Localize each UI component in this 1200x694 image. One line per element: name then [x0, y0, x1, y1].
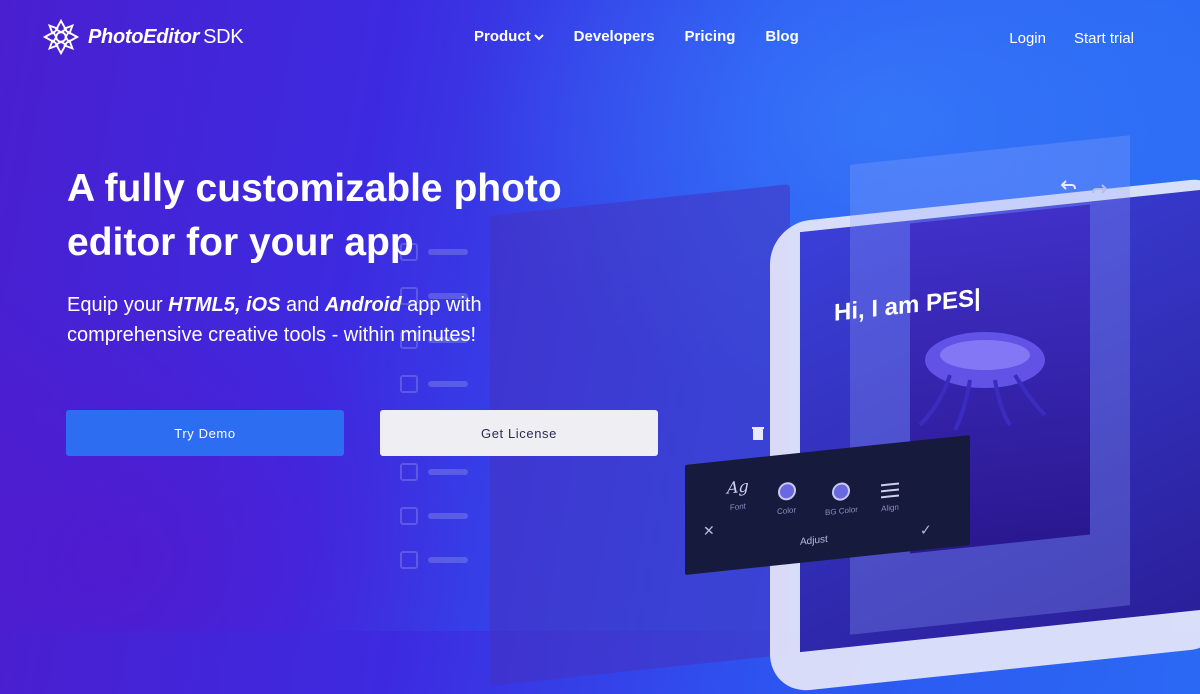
menu-item-bar [428, 557, 468, 563]
main-nav: Product Developers Pricing Blog [474, 28, 799, 45]
nav-item-blog[interactable]: Blog [765, 28, 798, 45]
subtitle-html5: HTML5, [168, 294, 241, 316]
tool-align: Align [881, 482, 899, 513]
tool-bg-color: BG Color [825, 481, 858, 517]
site-header: PhotoEditor SDK Product Developers Pricin… [0, 0, 1200, 80]
tool-color: Color [777, 481, 796, 516]
side-menu-row [400, 494, 530, 538]
redo-icon [1092, 184, 1108, 194]
check-icon: ✓ [920, 521, 932, 539]
font-ag-icon: Ag [727, 476, 749, 498]
tool-font: Ag Font [727, 476, 749, 512]
tool-color-label: Color [777, 505, 797, 517]
login-link[interactable]: Login [1009, 30, 1046, 47]
subtitle-text-pre: Equip your [67, 294, 169, 316]
tool-font-label: Font [729, 501, 746, 513]
auth-links: Login Start trial [1009, 30, 1134, 47]
start-trial-link[interactable]: Start trial [1074, 30, 1134, 47]
adjust-label: Adjust [800, 533, 828, 548]
nav-item-product[interactable]: Product [474, 28, 544, 45]
brand-name-main: PhotoEditor [88, 25, 200, 48]
hero-title: A fully customizable photo editor for yo… [67, 167, 562, 264]
hero-subtitle: Equip your HTML5, iOS and Android app wi… [67, 290, 537, 350]
undo-icon [1060, 180, 1076, 190]
subtitle-android: Android [324, 294, 402, 316]
close-icon: ✕ [703, 521, 715, 540]
nav-item-pricing-label: Pricing [684, 28, 736, 45]
nav-item-blog-label: Blog [765, 28, 799, 45]
brand-name-suffix: SDK [203, 25, 244, 48]
tool-bg-color-label: BG Color [825, 504, 858, 518]
nav-item-pricing[interactable]: Pricing [685, 28, 736, 45]
jellyfish-illustration [918, 332, 1047, 431]
menu-item-icon [400, 551, 418, 569]
side-menu-row [400, 538, 530, 582]
menu-item-bar [428, 381, 468, 387]
trash-icon [752, 427, 764, 440]
chevron-down-icon [533, 33, 544, 40]
color-swatch-icon [777, 481, 796, 502]
side-menu-row [400, 450, 530, 494]
try-demo-button[interactable]: Try Demo [66, 410, 344, 456]
flower-logo-icon [42, 18, 80, 56]
side-menu-row [400, 362, 530, 406]
tool-align-label: Align [881, 502, 899, 514]
subtitle-text-mid2: and [280, 294, 325, 316]
get-license-button[interactable]: Get License [380, 410, 658, 456]
align-icon [881, 482, 899, 499]
subtitle-ios: iOS [245, 294, 281, 316]
bg-color-swatch-icon [832, 481, 851, 502]
menu-item-icon [400, 463, 418, 481]
menu-item-bar [428, 469, 468, 475]
menu-item-icon [400, 375, 418, 393]
nav-item-product-label: Product [474, 28, 531, 45]
brand-logo[interactable]: PhotoEditor SDK [42, 18, 244, 56]
menu-item-bar [428, 513, 468, 519]
nav-item-developers-label: Developers [573, 28, 655, 45]
nav-item-developers[interactable]: Developers [574, 28, 655, 45]
brand-name: PhotoEditor SDK [88, 25, 244, 49]
menu-item-icon [400, 507, 418, 525]
